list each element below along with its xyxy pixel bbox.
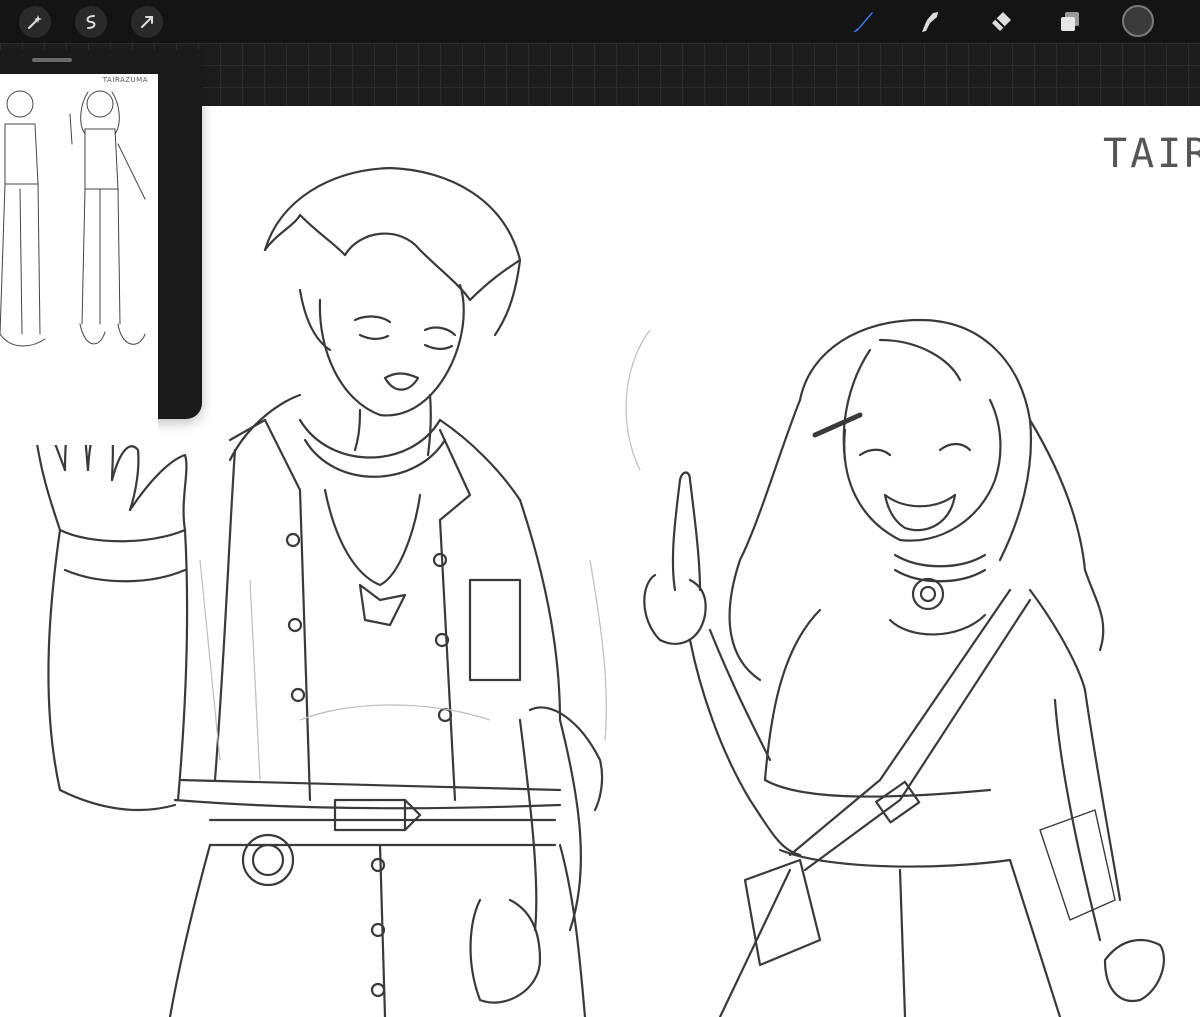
reference-image: TAIRAZUMA bbox=[0, 74, 158, 445]
brush-icon[interactable] bbox=[847, 6, 879, 38]
reference-sketch bbox=[0, 90, 146, 347]
reference-window[interactable]: TAIRAZUMA bbox=[0, 50, 202, 445]
eraser-icon[interactable] bbox=[985, 6, 1017, 38]
smudge-icon[interactable] bbox=[915, 6, 947, 38]
reference-signature: TAIRAZUMA bbox=[102, 76, 148, 84]
adjustments-icon[interactable] bbox=[19, 6, 51, 38]
selection-icon[interactable] bbox=[75, 6, 107, 38]
top-toolbar bbox=[0, 0, 1200, 43]
layers-icon[interactable] bbox=[1054, 6, 1086, 38]
transform-icon[interactable] bbox=[131, 6, 163, 38]
color-swatch[interactable] bbox=[1121, 4, 1155, 38]
canvas-signature: TAIRI bbox=[1103, 131, 1200, 177]
reference-drag-handle[interactable] bbox=[32, 58, 72, 62]
